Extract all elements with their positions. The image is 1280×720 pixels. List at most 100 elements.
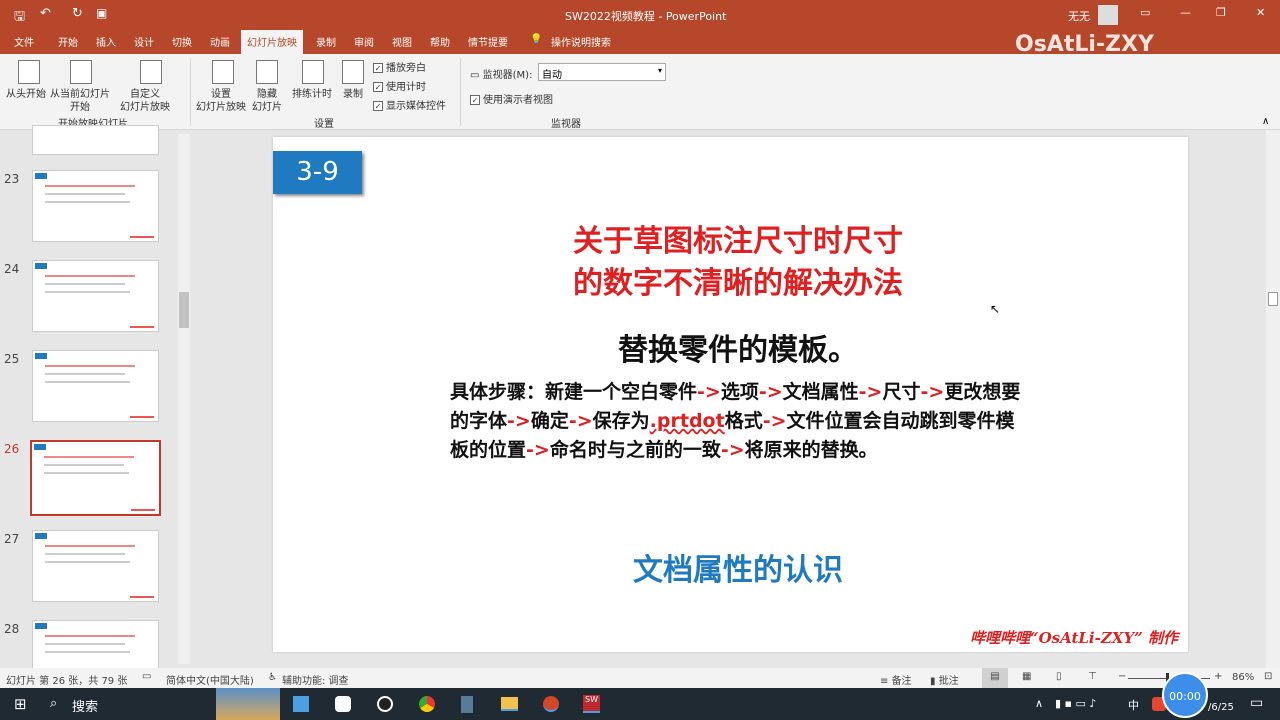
slide-thumbnail[interactable] bbox=[30, 440, 161, 516]
slide-thumbnail[interactable] bbox=[32, 350, 159, 422]
step-text: 命名时与之前的一致 bbox=[549, 439, 721, 461]
file-extension: .prtdot bbox=[649, 410, 725, 432]
timings-checkbox[interactable]: ✓ 使用计时 bbox=[373, 78, 426, 93]
arrow-separator: -> bbox=[507, 410, 531, 432]
tab-transitions[interactable]: 切换 bbox=[172, 34, 192, 49]
zoom-out-button[interactable]: − bbox=[1118, 671, 1126, 682]
ime-indicator[interactable]: 中 bbox=[1128, 697, 1139, 713]
tray-chevron-icon[interactable]: ∧ bbox=[1035, 697, 1043, 710]
recording-timer[interactable]: 00:00 bbox=[1162, 672, 1208, 718]
arrow-separator: -> bbox=[762, 410, 787, 432]
tab-record[interactable]: 录制 bbox=[316, 34, 336, 49]
slide-number: 23 bbox=[4, 172, 20, 186]
scrollbar-thumb[interactable] bbox=[1268, 292, 1278, 306]
slide-sorter-button[interactable]: ▦ bbox=[1022, 671, 1031, 682]
slide-number: 25 bbox=[4, 352, 20, 366]
record-button[interactable]: 录制 bbox=[343, 88, 363, 101]
slide-number: 24 bbox=[4, 262, 20, 276]
baidu-netdisk-icon[interactable] bbox=[335, 696, 351, 712]
tab-home[interactable]: 开始 bbox=[58, 34, 78, 49]
windows-start-icon[interactable]: ⊞ bbox=[14, 695, 27, 713]
status-bar: 幻灯片 第 26 张，共 79 张 ▭ 简体中文(中国大陆) ♿ 辅助功能: 调… bbox=[0, 668, 1280, 688]
tab-review[interactable]: 审阅 bbox=[354, 34, 374, 49]
normal-view-button[interactable]: ▤ bbox=[982, 668, 1008, 688]
tab-insert[interactable]: 插入 bbox=[96, 34, 116, 49]
tab-design[interactable]: 设计 bbox=[134, 34, 154, 49]
slide-thumbnail[interactable] bbox=[32, 170, 159, 242]
document-properties-link[interactable]: 文档属性的认识 bbox=[273, 545, 1203, 589]
tab-storyboard[interactable]: 情节提要 bbox=[468, 34, 508, 49]
ribbon-tabs: 文件 开始 插入 设计 切换 动画 幻灯片放映 录制 审阅 视图 帮助 情节提要… bbox=[0, 30, 1280, 57]
qq-icon[interactable] bbox=[377, 696, 393, 712]
slide-subtitle: 替换零件的模板。 bbox=[618, 333, 858, 368]
from-start-button[interactable]: 从头开始 bbox=[6, 88, 46, 101]
narration-checkbox[interactable]: ✓ 播放旁白 bbox=[373, 59, 426, 74]
slide-thumbnail[interactable] bbox=[32, 260, 159, 332]
slide-number: 27 bbox=[4, 532, 20, 546]
taskbar-search[interactable]: 搜索 bbox=[72, 696, 98, 715]
slide-footer: 哔哩哔哩“OsAtLi-ZXY” 制作 bbox=[969, 629, 1178, 647]
custom-show-button[interactable]: 自定义 幻灯片放映 bbox=[120, 88, 170, 114]
avatar[interactable] bbox=[1098, 5, 1118, 25]
tray-icons[interactable]: ▮ ▪ ▭ ♪ bbox=[1055, 697, 1096, 710]
setup-show-button[interactable]: 设置 幻灯片放映 bbox=[196, 88, 246, 114]
slide-thumbnail-22[interactable] bbox=[32, 125, 159, 155]
present-icon[interactable]: ▣ bbox=[96, 6, 107, 20]
calculator-icon[interactable] bbox=[461, 696, 473, 713]
collapse-ribbon-icon[interactable]: ∧ bbox=[1262, 116, 1269, 127]
slide-canvas[interactable]: 3-9 关于草图标注尺寸时尺寸 的数字不清晰的解决办法 替换零件的模板。 具体步… bbox=[273, 137, 1188, 652]
tab-help[interactable]: 帮助 bbox=[430, 34, 450, 49]
group-monitor-label: 监视器 bbox=[551, 119, 581, 130]
arrow-separator: -> bbox=[697, 381, 721, 403]
restore-icon[interactable]: ❐ bbox=[1216, 6, 1226, 19]
rehearse-button[interactable]: 排练计时 bbox=[292, 88, 332, 101]
slideshow-button[interactable]: ⊤ bbox=[1088, 671, 1097, 682]
tab-slideshow[interactable]: 幻灯片放映 bbox=[241, 30, 303, 54]
app-icon-1[interactable] bbox=[293, 696, 309, 712]
file-explorer-icon[interactable] bbox=[501, 697, 518, 711]
mouse-cursor-icon: ↖ bbox=[990, 302, 1001, 316]
presenter-view-label: 使用演示者视图 bbox=[483, 95, 553, 106]
thumbnail-pane: 23 24 25 26 27 28 bbox=[0, 125, 192, 692]
step-text: 具体步骤：新建一个空白零件 bbox=[450, 381, 698, 403]
slide-scrollbar[interactable] bbox=[1266, 130, 1280, 668]
thumbnail-scrollbar[interactable] bbox=[178, 134, 190, 664]
solidworks-icon[interactable]: SW bbox=[583, 695, 600, 713]
step-text: 文档属性 bbox=[782, 381, 859, 403]
slide-thumbnail[interactable] bbox=[32, 530, 159, 602]
comments-button[interactable]: ▮ 批注 bbox=[930, 672, 959, 687]
monitor-select[interactable]: 自动 ▾ bbox=[538, 63, 666, 81]
hide-slide-button[interactable]: 隐藏 幻灯片 bbox=[252, 88, 282, 114]
tell-me-search[interactable]: 操作说明搜索 bbox=[551, 34, 611, 49]
chrome-icon[interactable] bbox=[419, 696, 435, 712]
close-icon[interactable]: ✕ bbox=[1256, 6, 1265, 19]
media-controls-checkbox[interactable]: ✓ 显示媒体控件 bbox=[373, 97, 446, 112]
tab-view[interactable]: 视图 bbox=[392, 34, 412, 49]
presenter-view-checkbox[interactable]: ✓ 使用演示者视图 bbox=[470, 91, 553, 106]
zoom-level[interactable]: 86% bbox=[1232, 672, 1254, 683]
accessibility-status[interactable]: 辅助功能: 调查 bbox=[282, 672, 349, 687]
monitor-label: ▭ 监视器(M): bbox=[470, 70, 533, 81]
reading-view-button[interactable]: ▯ bbox=[1056, 671, 1062, 682]
zoom-in-button[interactable]: + bbox=[1214, 671, 1222, 682]
notes-label: 备注 bbox=[891, 676, 912, 687]
tab-file[interactable]: 文件 bbox=[14, 34, 34, 49]
minimize-icon[interactable]: — bbox=[1180, 6, 1191, 19]
redo-icon[interactable]: ↻ bbox=[72, 6, 83, 21]
clock-date[interactable]: /6/25 bbox=[1208, 702, 1234, 713]
undo-icon[interactable]: ↶ bbox=[40, 6, 51, 21]
media-controls-label: 显示媒体控件 bbox=[386, 101, 446, 112]
language-indicator[interactable]: 简体中文(中国大陆) bbox=[166, 672, 254, 687]
tab-animations[interactable]: 动画 bbox=[210, 34, 230, 49]
step-text: 将原来的替换。 bbox=[744, 439, 878, 461]
save-icon[interactable]: 🖫 bbox=[14, 7, 25, 29]
ribbon-display-icon[interactable]: ▭ bbox=[1140, 6, 1150, 19]
monitor-value: 自动 bbox=[542, 70, 562, 81]
scrollbar-thumb[interactable] bbox=[179, 292, 189, 328]
notes-button[interactable]: ≡ 备注 bbox=[880, 672, 912, 687]
notification-icon[interactable]: ▭ bbox=[1250, 695, 1263, 711]
from-current-button[interactable]: 从当前幻灯片 开始 bbox=[50, 88, 110, 114]
spellcheck-icon[interactable]: ▭ bbox=[142, 671, 151, 682]
powerpoint-icon[interactable] bbox=[543, 696, 559, 712]
fit-slide-icon[interactable]: ⊡ bbox=[1264, 671, 1272, 682]
